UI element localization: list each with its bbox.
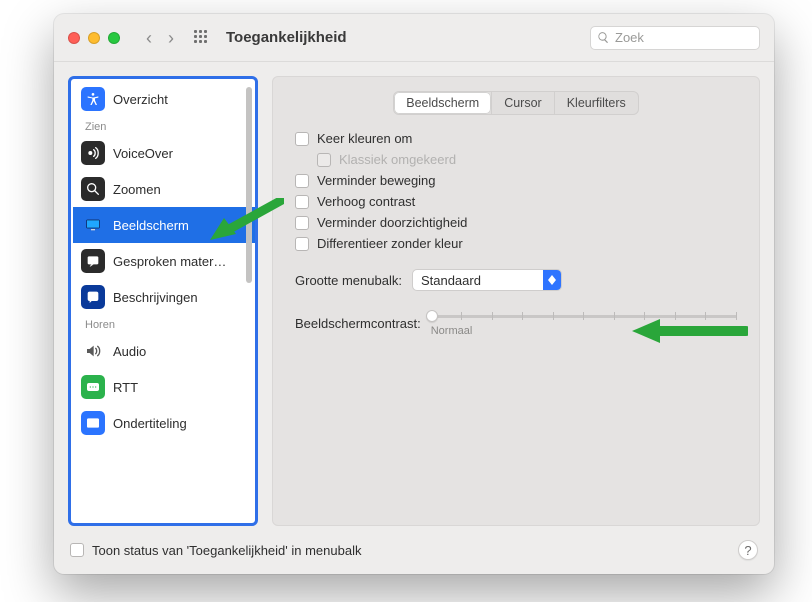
- display-contrast-row: Beeldschermcontrast: Normaal Maximum: [295, 309, 737, 337]
- spoken-content-icon: [81, 249, 105, 273]
- window-controls: [68, 32, 120, 44]
- sidebar-item-label: VoiceOver: [113, 146, 173, 161]
- content-pane: Beeldscherm Cursor Kleurfilters Keer kle…: [272, 76, 760, 526]
- tab-cursor[interactable]: Cursor: [491, 92, 554, 114]
- help-button[interactable]: ?: [738, 540, 758, 560]
- slider-knob[interactable]: [426, 310, 438, 322]
- descriptions-icon: [81, 285, 105, 309]
- footer: Toon status van 'Toegankelijkheid' in me…: [54, 532, 774, 574]
- zoom-window-button[interactable]: [108, 32, 120, 44]
- checkbox-show-status-menubar[interactable]: Toon status van 'Toegankelijkheid' in me…: [70, 543, 361, 558]
- sidebar-item-label: Overzicht: [113, 92, 168, 107]
- sidebar-item-audio[interactable]: Audio: [73, 333, 255, 369]
- sidebar-item-label: Beeldscherm: [113, 218, 189, 233]
- select-stepper-icon: [543, 270, 561, 290]
- search-placeholder: Zoek: [615, 30, 644, 45]
- checkbox-differentiate-color[interactable]: Differentieer zonder kleur: [295, 236, 737, 251]
- back-button[interactable]: ‹: [146, 29, 152, 47]
- sidebar-item-label: Zoomen: [113, 182, 161, 197]
- sidebar-item-rtt[interactable]: RTT: [73, 369, 255, 405]
- sidebar-item-label: RTT: [113, 380, 138, 395]
- sidebar-scrollbar[interactable]: [246, 87, 252, 283]
- tab-kleurfilters[interactable]: Kleurfilters: [554, 92, 638, 114]
- tab-beeldscherm[interactable]: Beeldscherm: [394, 92, 491, 114]
- zoom-icon: [81, 177, 105, 201]
- sidebar-item-overzicht[interactable]: Overzicht: [73, 81, 255, 117]
- menubar-size-label: Grootte menubalk:: [295, 273, 402, 288]
- preferences-window: ‹ › Toegankelijkheid Zoek Overzicht Zien: [54, 14, 774, 574]
- page-title: Toegankelijkheid: [226, 29, 347, 46]
- search-input[interactable]: Zoek: [590, 26, 760, 50]
- titlebar: ‹ › Toegankelijkheid Zoek: [54, 14, 774, 62]
- section-horen: Horen: [73, 315, 255, 333]
- captions-icon: [81, 411, 105, 435]
- minimize-window-button[interactable]: [88, 32, 100, 44]
- slider-min-label: Normaal: [431, 325, 473, 337]
- section-zien: Zien: [73, 117, 255, 135]
- forward-button[interactable]: ›: [168, 29, 174, 47]
- checkbox-group: Keer kleuren om Klassiek omgekeerd Vermi…: [295, 131, 737, 251]
- sidebar-item-beeldscherm[interactable]: Beeldscherm: [73, 207, 255, 243]
- checkbox-reduce-motion[interactable]: Verminder beweging: [295, 173, 737, 188]
- display-contrast-slider[interactable]: Normaal Maximum: [431, 309, 737, 337]
- nav-buttons: ‹ ›: [146, 29, 174, 47]
- slider-max-label: Maximum: [689, 325, 737, 337]
- checkbox-reduce-transparency[interactable]: Verminder doorzichtigheid: [295, 215, 737, 230]
- close-window-button[interactable]: [68, 32, 80, 44]
- sidebar-item-ondertiteling[interactable]: Ondertiteling: [73, 405, 255, 441]
- sidebar: Overzicht Zien VoiceOver Zoomen: [68, 76, 258, 526]
- sidebar-item-label: Beschrijvingen: [113, 290, 198, 305]
- voiceover-icon: [81, 141, 105, 165]
- search-icon: [597, 31, 610, 44]
- footer-status-label: Toon status van 'Toegankelijkheid' in me…: [92, 543, 361, 558]
- sidebar-item-label: Audio: [113, 344, 146, 359]
- sidebar-item-label: Gesproken mater…: [113, 254, 226, 269]
- menubar-size-row: Grootte menubalk: Standaard: [295, 269, 737, 291]
- sidebar-item-voiceover[interactable]: VoiceOver: [73, 135, 255, 171]
- checkbox-invert-colors[interactable]: Keer kleuren om: [295, 131, 737, 146]
- sidebar-item-zoomen[interactable]: Zoomen: [73, 171, 255, 207]
- sidebar-item-beschrijvingen[interactable]: Beschrijvingen: [73, 279, 255, 315]
- show-all-icon[interactable]: [194, 30, 210, 46]
- sidebar-item-gesproken[interactable]: Gesproken mater…: [73, 243, 255, 279]
- display-contrast-label: Beeldschermcontrast:: [295, 316, 421, 331]
- sidebar-item-label: Ondertiteling: [113, 416, 187, 431]
- menubar-size-select[interactable]: Standaard: [412, 269, 562, 291]
- checkbox-classic-invert: Klassiek omgekeerd: [317, 152, 737, 167]
- accessibility-icon: [81, 87, 105, 111]
- checkbox-increase-contrast[interactable]: Verhoog contrast: [295, 194, 737, 209]
- audio-icon: [81, 339, 105, 363]
- rtt-icon: [81, 375, 105, 399]
- tab-bar: Beeldscherm Cursor Kleurfilters: [393, 91, 639, 115]
- menubar-size-value: Standaard: [413, 273, 543, 288]
- display-icon: [81, 213, 105, 237]
